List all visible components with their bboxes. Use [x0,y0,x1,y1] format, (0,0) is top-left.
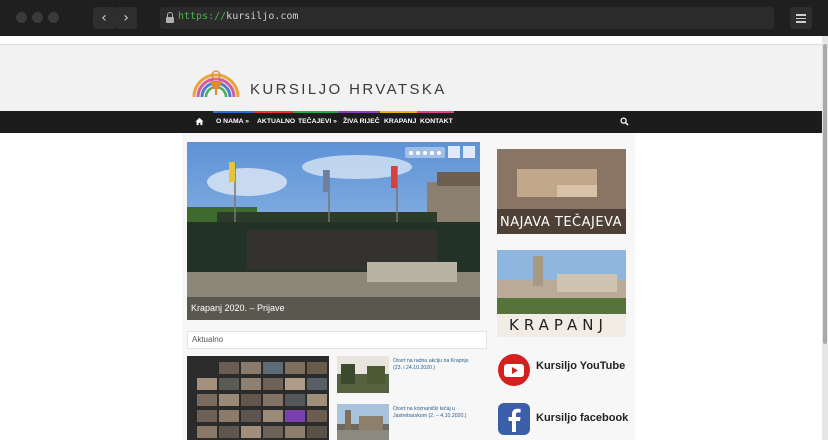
video-call-tile [285,394,305,406]
slider-dot[interactable] [416,151,420,155]
video-call-tile [307,410,327,422]
url-host: kursiljo.com [226,11,299,22]
nav-color-stripe [338,111,380,113]
nav-item-o-nama[interactable]: O NAMA » [216,118,249,125]
krapanj-label: KRAPANJ [509,316,608,334]
video-call-tile [307,362,327,374]
nav-item-krapanj[interactable]: KRAPANJ [384,118,416,125]
slider-dot[interactable] [409,151,413,155]
slider-next-button[interactable] [463,146,475,158]
nav-color-stripe [293,111,338,113]
web-page: KURSILJO HRVATSKA O NAMA » AKTUALNO TEČA… [0,36,822,440]
nav-item-ziva-rijec[interactable]: ŽIVA RIJEČ [343,118,380,125]
news-thumbnail[interactable] [337,404,389,440]
video-call-tile [219,378,239,390]
slider-pagination [405,147,445,158]
facebook-link[interactable]: Kursiljo facebook [536,412,628,424]
video-call-tile [197,378,217,390]
slide-caption[interactable]: Krapanj 2020. – Prijave [187,297,480,320]
search-icon[interactable] [620,117,629,126]
back-button[interactable]: ‹ [93,7,115,29]
minimize-window-button[interactable] [32,12,43,23]
video-call-tile [241,362,261,374]
youtube-icon[interactable] [497,353,531,387]
video-call-tile [197,394,217,406]
video-call-tile [219,410,239,422]
address-bar[interactable]: https://kursiljo.com [160,7,774,29]
image-slider[interactable]: Krapanj 2020. – Prijave [187,142,480,320]
window-controls [16,12,59,23]
chevron-right-icon: › [123,10,129,26]
slider-dot[interactable] [437,151,441,155]
video-call-tile [241,410,261,422]
browser-menu-button[interactable] [790,7,812,29]
featured-news-thumbnail[interactable] [187,356,329,440]
krapanj-banner[interactable]: KRAPANJ [497,250,626,337]
nav-color-stripe [417,111,454,113]
close-window-button[interactable] [16,12,27,23]
site-brand-name[interactable]: KURSILJO HRVATSKA [250,81,447,98]
video-call-tile [263,394,283,406]
slide-photo-group [187,142,480,320]
news-title-link[interactable]: Osvrt na kriznanički tečaj u Jastrebarsk… [393,406,477,420]
video-call-tile [285,378,305,390]
najava-tecajeva-banner[interactable]: NAJAVA TEČAJEVA [497,149,626,234]
section-title-aktualno: Aktualno [187,331,487,349]
site-header: KURSILJO HRVATSKA [0,44,822,111]
youtube-link[interactable]: Kursiljo YouTube [536,360,625,372]
nav-color-stripe [253,111,293,113]
news-title-link[interactable]: Osvrt na radnu akciju na Krapnju (23. i … [393,358,477,372]
nav-item-aktualno[interactable]: AKTUALNO [257,118,295,125]
lock-icon [166,12,174,23]
browser-toolbar: ‹ › https://kursiljo.com [0,0,828,36]
url-scheme: https:// [178,11,227,22]
video-call-tile [307,378,327,390]
maximize-window-button[interactable] [48,12,59,23]
video-call-tile [241,378,261,390]
home-icon[interactable] [195,117,204,126]
nav-color-stripe [213,111,253,113]
najava-tecajeva-label: NAJAVA TEČAJEVA [500,215,622,230]
video-call-tile [241,394,261,406]
slider-dot[interactable] [423,151,427,155]
chevron-left-icon: ‹ [101,10,107,26]
url-text[interactable]: https://kursiljo.com [178,11,298,22]
video-call-tile [263,378,283,390]
video-call-tile [263,410,283,422]
nav-item-kontakt[interactable]: KONTAKT [420,118,453,125]
video-call-tile [263,426,283,438]
video-call-tile [197,410,217,422]
kursiljo-logo[interactable] [188,53,244,99]
video-call-tile [241,426,261,438]
video-call-tile [285,426,305,438]
nav-item-tecajevi[interactable]: TEČAJEVI » [298,118,337,125]
nav-color-stripe [380,111,417,113]
video-call-tile [285,362,305,374]
main-navigation: O NAMA » AKTUALNO TEČAJEVI » ŽIVA RIJEČ … [0,111,822,133]
video-call-tile [307,426,327,438]
video-call-tile [263,362,283,374]
video-call-tile [307,394,327,406]
video-call-tile [285,410,305,422]
slider-prev-button[interactable] [448,146,460,158]
forward-button[interactable]: › [115,7,137,29]
video-call-tile [197,426,217,438]
slider-dot[interactable] [430,151,434,155]
news-thumbnail[interactable] [337,356,389,393]
facebook-icon[interactable] [497,402,531,436]
video-call-tile [219,362,239,374]
video-call-tile [219,426,239,438]
page-scrollbar-thumb[interactable] [823,44,827,344]
video-call-tile [219,394,239,406]
